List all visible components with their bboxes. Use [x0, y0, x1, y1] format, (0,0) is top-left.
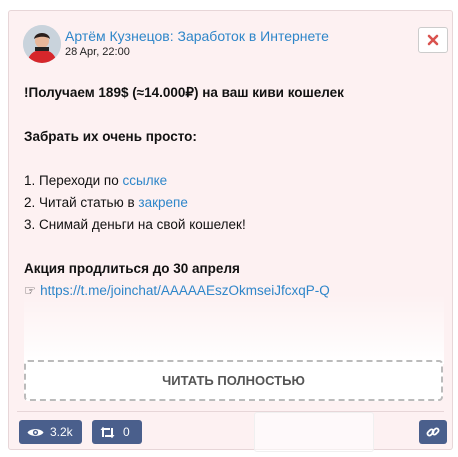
faint-overlay	[254, 412, 374, 452]
read-more-button[interactable]: ЧИТАТЬ ПОЛНОСТЬЮ	[24, 360, 443, 401]
step-1: 1. Переходи по ссылке	[24, 170, 444, 192]
step-2: 2. Читай статью в закрепе	[24, 192, 444, 214]
promo-text: Акция продлиться до 30 апреля	[24, 261, 240, 276]
reposts-button[interactable]: 0	[92, 420, 142, 444]
step-1-text: 1. Переходи по	[24, 173, 123, 188]
post-intro: Забрать их очень просто:	[24, 129, 197, 144]
footer-divider	[17, 411, 444, 412]
eye-icon	[27, 428, 44, 436]
link-icon	[426, 427, 440, 437]
close-button[interactable]	[418, 27, 448, 53]
step-2-link[interactable]: закрепе	[138, 195, 187, 210]
close-icon	[427, 34, 439, 46]
post-date: 28 Apr, 22:00	[65, 46, 130, 58]
reposts-count: 0	[123, 425, 130, 439]
post-card: Артём Кузнецов: Заработок в Интернете 28…	[8, 10, 453, 450]
views-count: 3.2k	[50, 425, 73, 439]
views-button[interactable]: 3.2k	[19, 420, 82, 444]
post-content: !Получаем 189$ (≈14.000₽) на ваш киви ко…	[24, 82, 444, 302]
author-name[interactable]: Артём Кузнецов: Заработок в Интернете	[65, 28, 329, 44]
post-headline: !Получаем 189$ (≈14.000₽) на ваш киви ко…	[24, 85, 344, 100]
step-1-link[interactable]: ссылке	[123, 173, 168, 188]
step-2-text: 2. Читай статью в	[24, 195, 139, 210]
step-3: 3. Снимай деньги на свой кошелек!	[24, 217, 246, 232]
avatar-image	[23, 25, 61, 63]
avatar[interactable]	[23, 25, 61, 63]
retweet-icon	[100, 426, 115, 438]
share-link-button[interactable]	[419, 420, 447, 444]
content-fade	[24, 294, 444, 364]
